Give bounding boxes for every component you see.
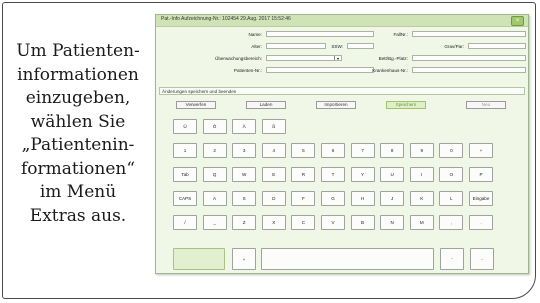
key-row5-9[interactable]: , (439, 215, 464, 230)
window-titlebar: Pat.-Info Aufzeichnung-Nr.: 102454 29.Au… (156, 15, 528, 27)
key-row3-1[interactable]: Q (202, 167, 227, 182)
key-row4-0[interactable]: CAPS (173, 191, 197, 206)
name-label: Name: (248, 32, 262, 37)
key-row5-1[interactable]: _ (202, 215, 227, 230)
caption-line: Um Patienten- (16, 41, 140, 61)
key-row2-7[interactable]: 8 (380, 143, 405, 158)
key-row5-0[interactable]: / (173, 215, 197, 230)
speichern-button[interactable]: Speichern (386, 101, 426, 109)
key-row1-2[interactable]: Ä (232, 119, 257, 134)
fall-label: FallNr.: (393, 32, 408, 37)
key-row4-2[interactable]: S (232, 191, 257, 206)
key-row2-1[interactable]: 2 (202, 143, 227, 158)
chevron-down-icon[interactable]: ▾ (334, 56, 341, 61)
caption-line: „Patientenin- (21, 135, 135, 155)
hint-bar: Änderungen speichern und beenden (159, 87, 525, 95)
ssw-field[interactable] (347, 43, 374, 49)
key-row2-6[interactable]: 7 (350, 143, 375, 158)
verwerfen-button[interactable]: Verwerfen (176, 101, 216, 109)
key-row5-7[interactable]: N (380, 215, 405, 230)
key-row4-7[interactable]: J (380, 191, 405, 206)
ueberwachung-select[interactable]: ▾ (266, 55, 342, 61)
key-row3-5[interactable]: T (321, 167, 345, 182)
key-apostrophe[interactable]: ' (440, 248, 464, 270)
key-row4-6[interactable]: H (350, 191, 375, 206)
neu-button[interactable]: Neu (466, 101, 506, 109)
key-row4-8[interactable]: K (409, 191, 434, 206)
laden-button[interactable]: Laden (246, 101, 286, 109)
key-space[interactable] (261, 248, 434, 270)
bett-label: Bett/Bg.-Platz: (378, 56, 408, 61)
caption-line: Extras aus. (29, 205, 127, 226)
key-row5-5[interactable]: V (321, 215, 345, 230)
key-row3-9[interactable]: O (439, 167, 464, 182)
fall-field[interactable] (412, 31, 526, 37)
caption-line: formationen“ (20, 158, 136, 179)
key-plus-bottom[interactable]: + (232, 248, 256, 270)
key-row4-1[interactable]: A (202, 191, 227, 206)
key-row5-6[interactable]: B (350, 215, 375, 230)
key-row3-10[interactable]: P (469, 167, 493, 182)
patient-info-window: Pat.-Info Aufzeichnung-Nr.: 102454 29.Au… (155, 14, 529, 274)
ueberwachung-label: Überwachungsbereich: (215, 56, 262, 61)
key-row5-3[interactable]: X (261, 215, 286, 230)
importieren-button[interactable]: Importieren (316, 101, 356, 109)
key-row3-4[interactable]: R (291, 167, 316, 182)
grav-field[interactable] (468, 43, 526, 49)
key-row2-3[interactable]: 4 (261, 143, 286, 158)
key-row2-0[interactable]: 1 (173, 143, 197, 158)
key-row2-9[interactable]: 0 (439, 143, 464, 158)
bett-field[interactable] (412, 55, 526, 61)
key-row2-5[interactable]: 6 (321, 143, 345, 158)
alter-field[interactable] (266, 43, 326, 49)
key-row3-3[interactable]: E (261, 167, 286, 182)
khnr-label: Krankenhaus-Nr.: (372, 68, 408, 73)
close-button[interactable]: × (511, 16, 524, 26)
key-row4-3[interactable]: D (261, 191, 286, 206)
key-row3-2[interactable]: W (232, 167, 257, 182)
key-row3-6[interactable]: Y (350, 167, 375, 182)
caption-line: informationen (17, 64, 139, 85)
key-row2-4[interactable]: 5 (291, 143, 316, 158)
name-field[interactable] (266, 31, 374, 37)
khnr-field[interactable] (412, 67, 526, 73)
patnr-field[interactable] (266, 67, 374, 73)
key-row1-3[interactable]: ß (261, 119, 286, 134)
key-row5-2[interactable]: Z (232, 215, 257, 230)
key-row4-9[interactable]: L (439, 191, 464, 206)
patnr-label: Patienten-Nr.: (233, 68, 262, 73)
key-row2-10[interactable]: + (469, 143, 493, 158)
key-row4-5[interactable]: G (321, 191, 345, 206)
key-row2-8[interactable]: 9 (409, 143, 434, 158)
key-row3-0[interactable]: Tab (173, 167, 197, 182)
alter-label: Alter: (251, 44, 262, 49)
hint-text: Änderungen speichern und beenden (162, 89, 237, 94)
key-row5-10[interactable]: . (469, 215, 493, 230)
key-row1-1[interactable]: Ö (202, 119, 227, 134)
grav-label: Grav/Par: (444, 44, 464, 49)
key-row5-8[interactable]: M (409, 215, 434, 230)
caption-line: wählen Sie (30, 111, 126, 132)
caption-text: Um Patienten- informationen einzugeben, … (10, 40, 146, 228)
key-row4-4[interactable]: F (291, 191, 316, 206)
caption-line: einzugeben, (25, 88, 131, 108)
ssw-label: SSW: (331, 44, 343, 49)
key-wide-left[interactable] (173, 248, 225, 270)
caption-line: im Menü (39, 182, 117, 202)
key-minus[interactable]: - (470, 248, 494, 270)
key-row4-10[interactable]: Eingabe (469, 191, 493, 206)
key-row3-7[interactable]: U (380, 167, 405, 182)
window-title: Pat.-Info Aufzeichnung-Nr.: 102454 29.Au… (161, 16, 291, 22)
key-row3-8[interactable]: I (409, 167, 434, 182)
key-row1-0[interactable]: Ü (173, 119, 197, 134)
key-row2-2[interactable]: 3 (232, 143, 257, 158)
key-row5-4[interactable]: C (291, 215, 316, 230)
